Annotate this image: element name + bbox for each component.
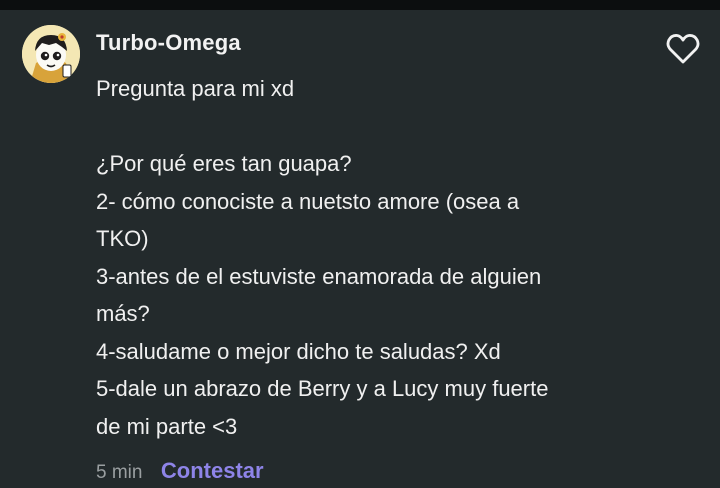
comment-line-blank bbox=[96, 108, 596, 146]
comment-line: más? bbox=[96, 301, 150, 326]
heart-outline-icon bbox=[666, 34, 700, 64]
comment-line: 3-antes de el estuviste enamorada de alg… bbox=[96, 263, 542, 289]
comment-timestamp: 5 min bbox=[96, 462, 143, 483]
comment-line: de mi parte <3 bbox=[96, 413, 238, 439]
like-button[interactable] bbox=[666, 33, 700, 65]
avatar-image bbox=[22, 25, 80, 83]
comment-meta: 5 min Contestar bbox=[96, 458, 264, 488]
comment-line: 4-saludame o mejor dicho te saludas? Xd bbox=[96, 338, 501, 364]
comment-line: TKO) bbox=[96, 226, 149, 251]
comment-text: Pregunta para mi xd ¿Por qué eres tan gu… bbox=[96, 70, 596, 445]
avatar[interactable] bbox=[22, 25, 80, 83]
comment-author[interactable]: Turbo-Omega bbox=[96, 30, 241, 56]
comment-line: Pregunta para mi xd bbox=[96, 76, 295, 101]
reply-button[interactable]: Contestar bbox=[161, 458, 264, 484]
comment-line: 5-dale un abrazo de Berry y a Lucy muy f… bbox=[96, 376, 549, 401]
comment-line: 2- cómo conociste a nuetsto amore (osea … bbox=[96, 188, 520, 214]
status-bar-strip bbox=[0, 0, 720, 10]
comment-line: ¿Por qué eres tan guapa? bbox=[96, 151, 352, 176]
comment-item: Turbo-Omega Pregunta para mi xd ¿Por qué… bbox=[0, 10, 720, 483]
